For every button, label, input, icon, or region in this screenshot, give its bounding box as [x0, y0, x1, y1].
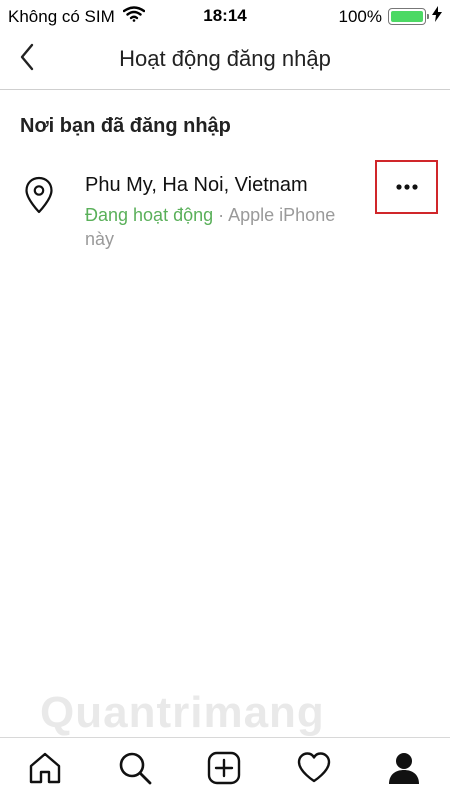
tab-profile[interactable]	[386, 750, 422, 786]
active-status: Đang hoạt động	[85, 205, 214, 225]
add-post-icon	[207, 751, 241, 785]
watermark-logo: Quantrimang	[40, 688, 325, 737]
battery-fill	[391, 11, 423, 22]
page-title: Hoạt động đăng nhập	[119, 46, 331, 71]
search-icon	[119, 752, 152, 785]
tab-add-post[interactable]	[206, 750, 242, 786]
map-pin-icon	[24, 176, 54, 214]
charging-icon	[432, 6, 442, 27]
heart-icon	[297, 752, 331, 783]
tab-activity[interactable]	[296, 750, 332, 786]
tab-bar	[0, 737, 450, 799]
tab-search[interactable]	[117, 750, 153, 786]
tab-home[interactable]	[27, 750, 63, 786]
battery-icon	[388, 8, 429, 25]
status-right: 100%	[339, 6, 442, 27]
status-bar: Không có SIM 18:14 100%	[0, 0, 450, 30]
battery-percent: 100%	[338, 6, 382, 26]
location-label: Phu My, Ha Noi, Vietnam	[85, 174, 308, 196]
nav-bar: Hoạt động đăng nhập	[0, 30, 450, 90]
more-dots-icon	[395, 184, 418, 190]
more-options-button[interactable]	[375, 160, 438, 214]
login-location-item[interactable]: Phu My, Ha Noi, Vietnam Đang hoạt động ·…	[0, 160, 450, 260]
home-icon	[29, 752, 61, 784]
status-separator: ·	[213, 205, 229, 225]
section-title: Nơi bạn đã đăng nhập	[20, 115, 231, 137]
session-status: Đang hoạt động · Apple iPhone này	[85, 203, 355, 251]
profile-icon	[389, 753, 419, 784]
